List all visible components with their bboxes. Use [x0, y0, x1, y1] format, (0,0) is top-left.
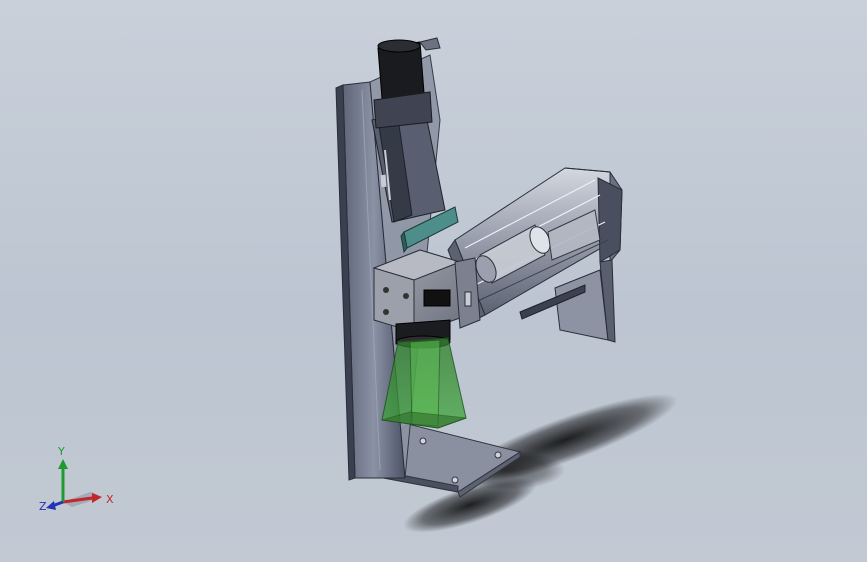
coordinate-triad[interactable]: X Y Z: [30, 440, 150, 520]
x-axis-label: X: [106, 493, 114, 506]
y-axis-label: Y: [57, 445, 65, 458]
y-axis-arrow-icon: [58, 459, 68, 502]
scan-head[interactable]: [372, 249, 481, 333]
z-axis-label: Z: [39, 500, 47, 513]
graphics-viewport[interactable]: X Y Z: [0, 0, 867, 562]
z-axis-arrow-icon: [46, 500, 64, 510]
